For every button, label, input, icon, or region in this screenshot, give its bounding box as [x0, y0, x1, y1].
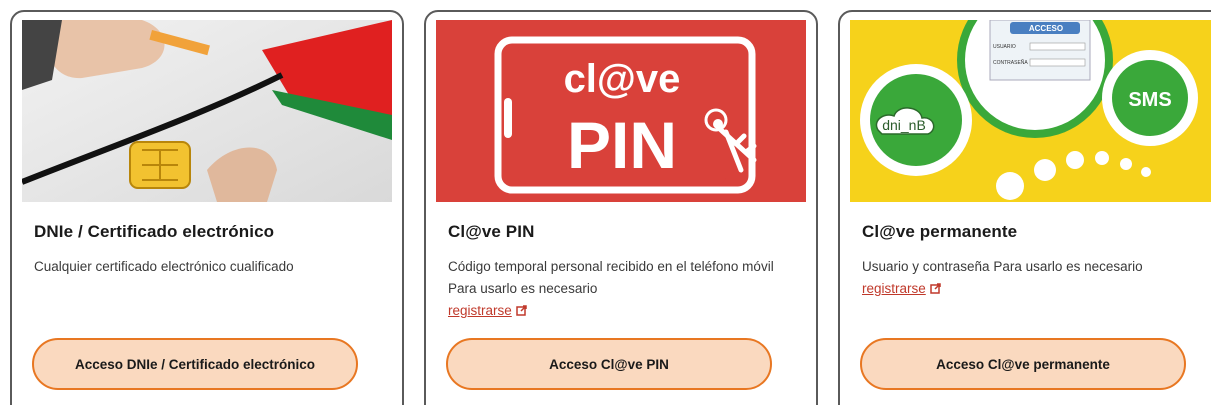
- usuario-label: USUARIO: [993, 44, 1016, 50]
- dnie-image: [22, 20, 392, 202]
- card-clave-pin: cl@ve PIN Cl@ve PIN Código temporal pers…: [424, 10, 818, 405]
- access-clave-pin-button[interactable]: Acceso Cl@ve PIN: [446, 338, 772, 390]
- external-link-icon: [516, 301, 527, 323]
- card-description: Cualquier certificado electrónico cualif…: [34, 256, 374, 278]
- clave-permanente-image: ACCESO USUARIO CONTRASEÑA dni_nB SMS: [850, 20, 1211, 202]
- chip-icon: [129, 141, 191, 189]
- register-link[interactable]: registrarse: [448, 303, 512, 318]
- access-clave-permanente-button[interactable]: Acceso Cl@ve permanente: [860, 338, 1186, 390]
- dni-bubble-text: dni_nB: [882, 117, 926, 133]
- card-description: Código temporal personal recibido en el …: [448, 256, 788, 323]
- clave-logo-text: cl@ve: [564, 57, 681, 101]
- description-text: Código temporal personal recibido en el …: [448, 259, 774, 296]
- description-text: Usuario y contraseña Para usarlo es nece…: [862, 259, 1143, 274]
- description-text: Cualquier certificado electrónico cualif…: [34, 259, 294, 274]
- card-dnie: DNIe / Certificado electrónico Cualquier…: [10, 10, 404, 405]
- clave-pin-image: cl@ve PIN: [436, 20, 806, 202]
- card-title: Cl@ve permanente: [862, 222, 1018, 241]
- register-link[interactable]: registrarse: [862, 281, 926, 296]
- pin-logo-text: PIN: [567, 108, 677, 182]
- external-link-icon: [930, 279, 941, 301]
- card-description: Usuario y contraseña Para usarlo es nece…: [862, 256, 1202, 301]
- contrasena-label: CONTRASEÑA: [993, 59, 1028, 66]
- acceso-form-title: ACCESO: [1029, 24, 1063, 33]
- access-dnie-button[interactable]: Acceso DNIe / Certificado electrónico: [32, 338, 358, 390]
- sms-bubble-text: SMS: [1128, 89, 1171, 111]
- card-clave-permanente: ACCESO USUARIO CONTRASEÑA dni_nB SMS Cl@…: [838, 10, 1211, 405]
- card-title: DNIe / Certificado electrónico: [34, 222, 275, 241]
- card-title: Cl@ve PIN: [448, 222, 535, 241]
